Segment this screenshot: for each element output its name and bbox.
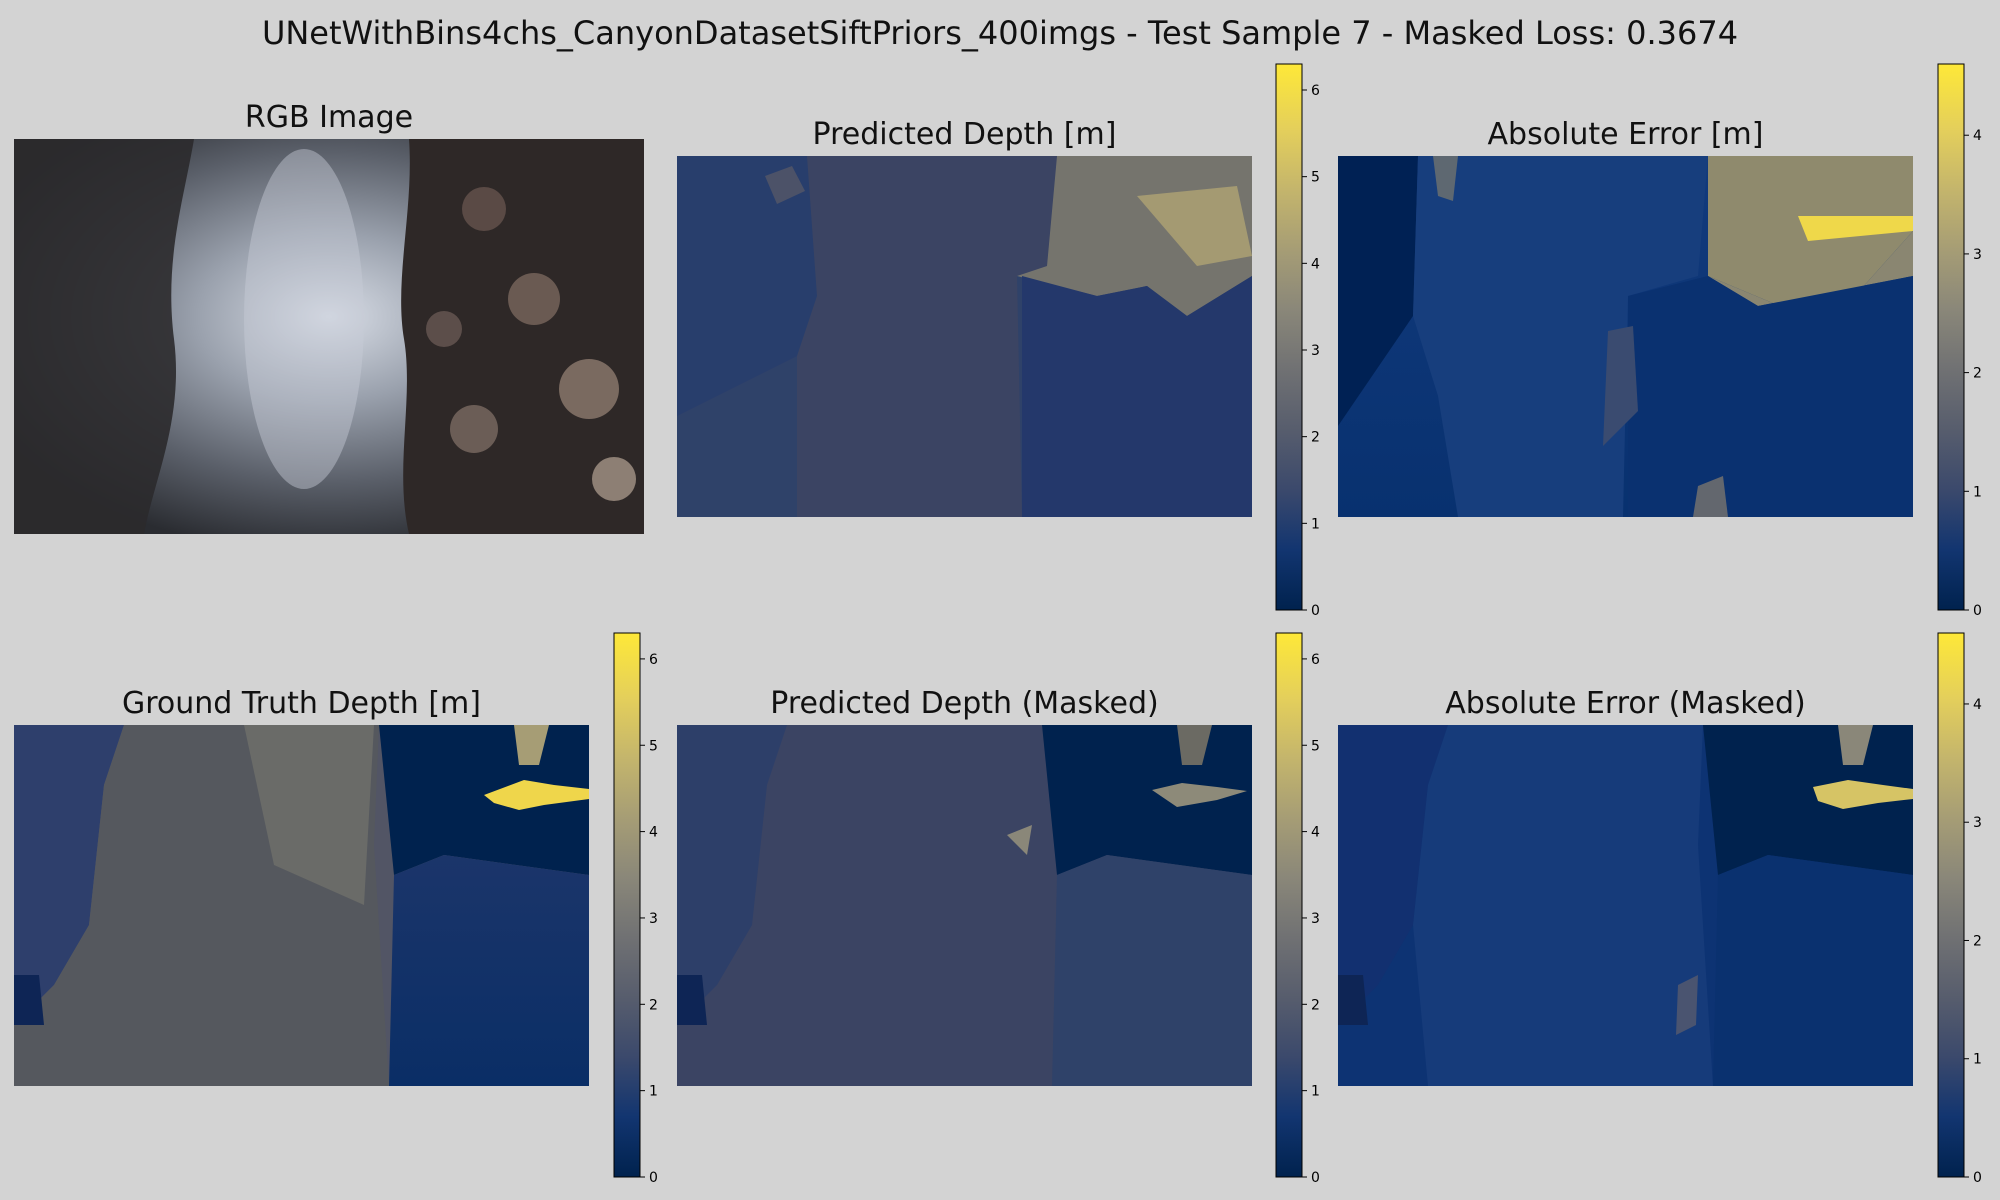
colorbar-svg: 0 1 2 3 4: [1937, 632, 1982, 1186]
colorbar-tick-label: 1: [649, 1084, 658, 1100]
figure-title: UNetWithBins4chs_CanyonDatasetSiftPriors…: [261, 14, 1739, 52]
colorbar-svg: 0 1 2 3 4 5 6: [1275, 632, 1320, 1186]
colorbar-tick-label: 0: [649, 1170, 658, 1186]
rgb-image: [14, 139, 644, 534]
colorbar-tick-label: 5: [1311, 738, 1320, 754]
colorbar-tick-label: 6: [649, 652, 658, 668]
colorbar-svg: 0 1 2 3 4: [1937, 63, 1982, 619]
colorbar-tick-label: 6: [1311, 83, 1320, 99]
colorbar-tick-label: 2: [1973, 933, 1982, 949]
colorbar-gt: 0 1 2 3 4 5 6: [613, 632, 674, 1186]
colorbar-err-masked: 0 1 2 3 4: [1937, 632, 1998, 1186]
panel-title-gt: Ground Truth Depth [m]: [121, 686, 481, 721]
colorbar-tick-label: 2: [1311, 430, 1320, 446]
colorbar-tick-label: 4: [1973, 697, 1982, 713]
abs-error-heatmap: [1338, 156, 1913, 517]
colorbar-pred: 0 1 2 3 4 5 6: [1275, 63, 1336, 619]
panel-title-pred: Predicted Depth [m]: [812, 117, 1117, 152]
colorbar-tick-label: 5: [1311, 170, 1320, 186]
colorbar-tick-label: 5: [649, 738, 658, 754]
colorbar-tick-label: 3: [649, 911, 658, 927]
colorbar-tick-label: 2: [1973, 366, 1982, 382]
colorbar-tick-label: 1: [1973, 1052, 1982, 1068]
colorbar-tick-label: 2: [649, 997, 658, 1013]
colorbar-tick-label: 4: [1973, 128, 1982, 144]
panel-title-err-masked: Absolute Error (Masked): [1445, 686, 1806, 721]
panel-title-rgb: RGB Image: [244, 100, 414, 135]
colorbar-tick-label: 3: [1973, 815, 1982, 831]
colorbar-pred-masked: 0 1 2 3 4 5 6: [1275, 632, 1336, 1186]
colorbar-svg: 0 1 2 3 4 5 6: [613, 632, 658, 1186]
colorbar-tick-label: 3: [1311, 911, 1320, 927]
colorbar-tick-label: 1: [1311, 1084, 1320, 1100]
colorbar-tick-label: 0: [1973, 603, 1982, 619]
colorbar-tick-label: 4: [1311, 825, 1320, 841]
abs-error-masked-heatmap: [1338, 725, 1913, 1086]
colorbar-tick-label: 0: [1311, 603, 1320, 619]
colorbar-gradient: [1937, 632, 1965, 1178]
colorbar-tick-label: 2: [1311, 997, 1320, 1013]
colorbar-gradient: [1937, 63, 1965, 611]
colorbar-tick-label: 4: [649, 825, 658, 841]
colorbar-gradient: [1275, 632, 1303, 1178]
gt-depth-heatmap: [14, 725, 589, 1086]
colorbar-tick-label: 0: [1311, 1170, 1320, 1186]
colorbar-tick-label: 0: [1973, 1170, 1982, 1186]
colorbar-err: 0 1 2 3 4: [1937, 63, 1998, 619]
colorbar-tick-label: 3: [1311, 343, 1320, 359]
colorbar-svg: 0 1 2 3 4 5 6: [1275, 63, 1320, 619]
colorbar-tick-label: 1: [1973, 484, 1982, 500]
colorbar-tick-label: 4: [1311, 256, 1320, 272]
colorbar-tick-label: 1: [1311, 516, 1320, 532]
colorbar-tick-label: 3: [1973, 247, 1982, 263]
pred-depth-masked-heatmap: [677, 725, 1252, 1086]
pred-depth-heatmap: [677, 156, 1252, 517]
panel-title-pred-masked: Predicted Depth (Masked): [770, 686, 1159, 721]
panel-title-err: Absolute Error [m]: [1487, 117, 1764, 152]
colorbar-gradient: [613, 632, 641, 1178]
colorbar-tick-label: 6: [1311, 652, 1320, 668]
colorbar-gradient: [1275, 63, 1303, 611]
